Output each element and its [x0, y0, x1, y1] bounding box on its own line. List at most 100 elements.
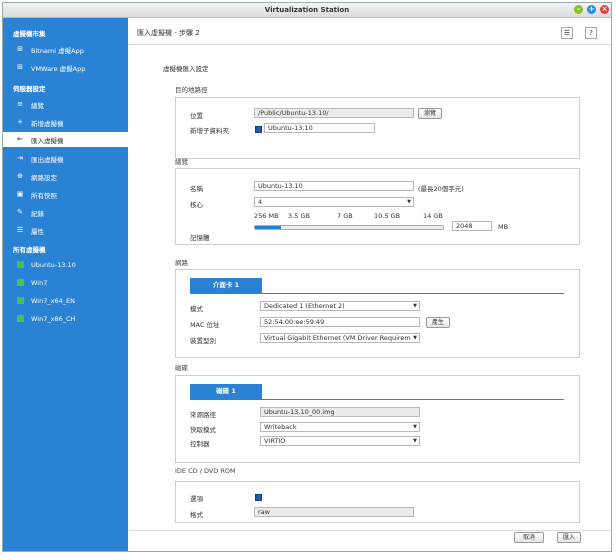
- sidebar-item-label: 紀錄: [31, 210, 44, 218]
- generate-mac-button[interactable]: 產生: [426, 317, 450, 328]
- appstore-icon: ⊞: [17, 63, 23, 71]
- section-disk: 磁碟: [175, 364, 188, 372]
- sidebar-item-label: 匯出虛擬機: [31, 156, 64, 164]
- sidebar-item-label: 匯入虛擬機: [31, 137, 64, 145]
- controller-label: 控制器: [190, 440, 210, 448]
- minimize-icon[interactable]: –: [574, 5, 583, 14]
- cores-select[interactable]: 4 ▼: [254, 197, 414, 207]
- sidebar-item-overview[interactable]: ≡ 總覽: [3, 97, 128, 112]
- snapshot-icon: ▣: [16, 190, 24, 198]
- main-content: 匯入虛擬機 - 步驟 2 ☰ ? 虛擬機匯入設定 目的地路徑 位置 /Publi…: [129, 18, 611, 551]
- sidebar-section-vms: 所有虛擬機: [13, 246, 46, 254]
- properties-icon: ☰: [16, 226, 24, 234]
- controller-select[interactable]: VIRTIO ▼: [260, 436, 420, 446]
- sidebar-item-export-vm[interactable]: ⇥ 匯出虛擬機: [3, 151, 128, 166]
- source-field: Ubuntu-13.10_00.img: [260, 407, 420, 417]
- sidebar-item-vm[interactable]: Win7: [3, 276, 128, 291]
- source-label: 來源路徑: [190, 411, 216, 419]
- sidebar-section-server: 伺服器設定: [13, 85, 46, 93]
- chevron-down-icon: ▼: [413, 335, 417, 341]
- sidebar-item-label: Win7_x86_CH: [31, 315, 76, 323]
- memory-field[interactable]: 2048: [452, 221, 492, 231]
- controller-value: VIRTIO: [264, 437, 286, 445]
- help-icon[interactable]: ?: [585, 27, 597, 39]
- memory-slider[interactable]: [254, 225, 444, 230]
- memory-tick: 3.5 GB: [288, 212, 310, 220]
- help-icon[interactable]: +: [587, 5, 596, 14]
- mac-field[interactable]: 52:54:00:ee:59:49: [260, 317, 420, 327]
- memory-tick: 7 GB: [337, 212, 353, 220]
- import-icon: ⇤: [17, 135, 23, 143]
- sidebar-item-snapshots[interactable]: ▣ 所有快照: [3, 187, 128, 202]
- disk-box: 磁碟 1 來源路徑 Ubuntu-13.10_00.img 快取模式 Write…: [175, 375, 580, 463]
- import-button[interactable]: 匯入: [557, 532, 581, 543]
- page-subtitle: 虛擬機匯入設定: [163, 65, 209, 73]
- sidebar-item-label: VMWare 虛擬App: [31, 65, 86, 73]
- memory-label: 記憶體: [190, 234, 210, 242]
- section-overview: 總覽: [175, 158, 188, 166]
- section-network: 網路: [175, 259, 188, 267]
- location-field[interactable]: /Public/Ubuntu-13.10/: [254, 108, 414, 118]
- vm-running-icon: [16, 315, 24, 323]
- target-box: 位置 /Public/Ubuntu-13.10/ 瀏覽 新增子資料夾 Ubunt…: [175, 97, 580, 159]
- sidebar-item-bitnami[interactable]: ⊞ Bitnami 虛擬App: [3, 42, 128, 57]
- close-icon[interactable]: ×: [600, 5, 609, 14]
- option-label: 選項: [190, 495, 203, 503]
- cancel-button[interactable]: 取消: [514, 532, 544, 543]
- sidebar: 虛擬機市集 ⊞ Bitnami 虛擬App ⊞ VMWare 虛擬App 伺服器…: [3, 18, 128, 551]
- sidebar-item-label: Bitnami 虛擬App: [31, 47, 84, 55]
- chevron-down-icon: ▼: [407, 199, 411, 205]
- cdrom-checkbox[interactable]: [255, 494, 262, 501]
- sidebar-item-label: Win7: [31, 279, 48, 287]
- memory-tick: 14 GB: [423, 212, 443, 220]
- sidebar-item-properties[interactable]: ☰ 屬性: [3, 223, 128, 238]
- appstore-icon: ⊞: [17, 45, 23, 53]
- list-icon[interactable]: ☰: [561, 27, 573, 39]
- sidebar-item-label: Win7_x64_EN: [31, 297, 75, 305]
- mac-label: MAC 位址: [190, 321, 220, 329]
- memory-tick: 10.5 GB: [374, 212, 401, 220]
- sidebar-item-network[interactable]: ⊕ 網路設定: [3, 169, 128, 184]
- model-select[interactable]: Virtual Gigabit Ethernet (VM Driver Requ…: [260, 333, 420, 343]
- format-label: 格式: [190, 511, 203, 519]
- chevron-down-icon: ▼: [413, 303, 417, 309]
- tab-adapter-1[interactable]: 介面卡 1: [190, 278, 262, 293]
- overview-icon: ≡: [17, 100, 23, 108]
- mode-select[interactable]: Dedicated 1 (Ethernet 2) ▼: [260, 301, 420, 311]
- sidebar-item-vm[interactable]: Win7_x86_CH: [3, 312, 128, 327]
- new-folder-label: 新增子資料夾: [190, 127, 229, 135]
- name-field[interactable]: Ubuntu-13.10: [254, 181, 414, 191]
- model-label: 裝置型別: [190, 337, 216, 345]
- sidebar-item-vm[interactable]: Win7_x64_EN: [3, 294, 128, 309]
- sidebar-item-logs[interactable]: ✎ 紀錄: [3, 205, 128, 220]
- app-window: Virtualization Station – + × 虛擬機市集 ⊞ Bit…: [2, 2, 612, 552]
- sidebar-item-label: 網路設定: [31, 174, 57, 182]
- tab-disk-1[interactable]: 磁碟 1: [190, 384, 262, 399]
- cores-label: 核心: [190, 201, 203, 209]
- network-icon: ⊕: [17, 172, 23, 180]
- memory-slider-fill: [255, 226, 282, 229]
- location-label: 位置: [190, 112, 203, 120]
- memory-unit: MB: [498, 223, 509, 231]
- sidebar-item-vm[interactable]: Ubuntu-13.10: [3, 258, 128, 273]
- model-value: Virtual Gigabit Ethernet (VM Driver Requ…: [264, 334, 411, 342]
- name-hint: (最長20個字元): [418, 185, 464, 193]
- sidebar-item-create-vm[interactable]: + 新增虛擬機: [3, 115, 128, 130]
- new-folder-checkbox[interactable]: [255, 126, 262, 133]
- sidebar-item-label: 新增虛擬機: [31, 120, 64, 128]
- name-label: 名稱: [190, 185, 203, 193]
- network-box: 介面卡 1 模式 Dedicated 1 (Ethernet 2) ▼ MAC …: [175, 269, 580, 358]
- sidebar-item-label: 屬性: [31, 228, 44, 236]
- section-cdrom: IDE CD / DVD ROM: [175, 467, 236, 475]
- cores-value: 4: [258, 198, 263, 206]
- new-folder-field[interactable]: Ubuntu-13.10: [264, 123, 375, 133]
- format-field: raw: [254, 507, 414, 517]
- cache-value: Writeback: [264, 423, 297, 431]
- cache-select[interactable]: Writeback ▼: [260, 422, 420, 432]
- sidebar-item-label: 總覽: [31, 102, 44, 110]
- sidebar-item-import-vm[interactable]: ⇤ 匯入虛擬機: [3, 132, 128, 147]
- sidebar-item-vmware[interactable]: ⊞ VMWare 虛擬App: [3, 60, 128, 75]
- tab-underline: [190, 293, 564, 294]
- browse-button[interactable]: 瀏覽: [418, 108, 442, 119]
- sidebar-section-market: 虛擬機市集: [13, 30, 46, 38]
